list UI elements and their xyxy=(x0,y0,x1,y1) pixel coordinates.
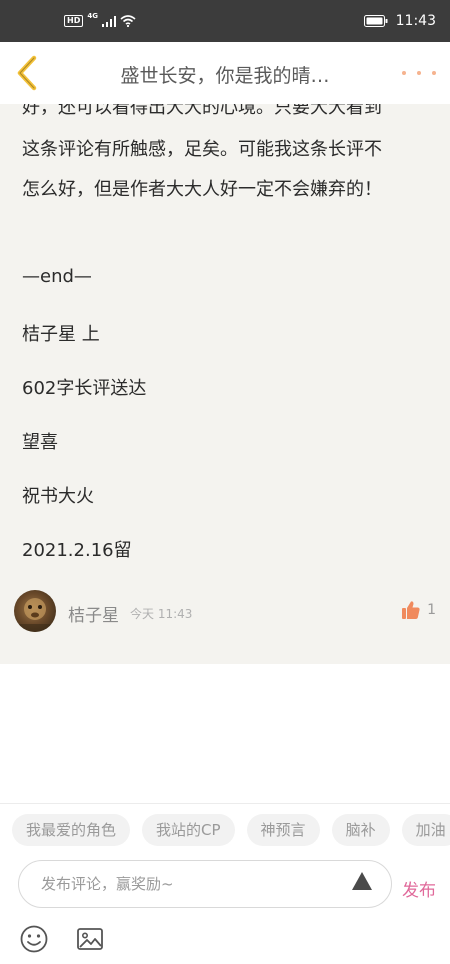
more-dot xyxy=(417,71,421,75)
emoji-icon xyxy=(20,925,48,953)
hd-badge: HD xyxy=(64,15,84,27)
quick-tag[interactable]: 我最爱的角色 xyxy=(12,814,131,846)
expand-up-icon xyxy=(352,872,372,890)
more-button[interactable] xyxy=(402,62,436,84)
comment-word-count: 602字长评送达 xyxy=(22,378,147,399)
status-left: HD 4G xyxy=(64,12,136,27)
comment-author-row: 桔子星 今天 11:43 1 xyxy=(0,590,450,636)
image-button[interactable] xyxy=(75,924,105,954)
comment-wish: 望喜 xyxy=(22,432,58,453)
wifi-icon xyxy=(120,15,136,27)
page-title: 盛世长安，你是我的晴… xyxy=(120,65,330,87)
author-name[interactable]: 桔子星 xyxy=(68,601,119,626)
status-time: 11:43 xyxy=(395,13,436,29)
status-right: 11:43 xyxy=(363,13,436,29)
quick-tag[interactable]: 脑补 xyxy=(331,814,390,846)
avatar-image xyxy=(14,598,56,632)
quick-tag[interactable]: 加油 xyxy=(401,814,450,846)
network-type: 4G xyxy=(87,12,98,20)
comment-card: 好，还可以看得出大大的心境。只要大大看到 这条评论有所触感，足矣。可能我这条长评… xyxy=(0,104,450,664)
signal-icon xyxy=(101,15,116,27)
comment-wish: 祝书大火 xyxy=(22,486,94,507)
quick-tag-row: 我最爱的角色 我站的CP 神预言 脑补 加油 xyxy=(12,814,450,846)
battery-icon xyxy=(363,15,388,27)
thumbs-up-icon xyxy=(402,601,420,619)
comment-signature: 桔子星 上 xyxy=(22,324,100,345)
publish-button[interactable]: 发布 xyxy=(402,876,436,901)
page-header: 盛世长安，你是我的晴… xyxy=(0,42,450,104)
comment-line: 怎么好，但是作者大大人好一定不会嫌弃的！ xyxy=(22,179,382,200)
like-count: 1 xyxy=(427,602,436,618)
comment-date: 2021.2.16留 xyxy=(22,540,132,561)
comment-input[interactable] xyxy=(18,860,392,908)
quick-tag[interactable]: 我站的CP xyxy=(142,814,235,846)
avatar[interactable] xyxy=(14,590,56,632)
emoji-button[interactable] xyxy=(19,924,49,954)
back-button[interactable] xyxy=(8,52,48,94)
status-bar: HD 4G 11:43 xyxy=(0,0,450,42)
like-button[interactable]: 1 xyxy=(401,598,436,622)
comment-composer: 我最爱的角色 我站的CP 神预言 脑补 加油 发布 xyxy=(0,803,450,964)
comment-line: 这条评论有所触感，足矣。可能我这条长评不 xyxy=(22,139,382,160)
comment-time: 今天 11:43 xyxy=(130,607,193,621)
more-dots-icon xyxy=(402,71,406,75)
comment-line: 好，还可以看得出大大的心境。只要大大看到 xyxy=(22,104,382,118)
image-icon xyxy=(77,928,103,950)
quick-tag[interactable]: 神预言 xyxy=(246,814,320,846)
chevron-left-icon xyxy=(17,55,37,91)
more-dot xyxy=(432,71,436,75)
expand-button[interactable] xyxy=(350,870,374,892)
comment-end-mark: —end— xyxy=(22,266,92,287)
